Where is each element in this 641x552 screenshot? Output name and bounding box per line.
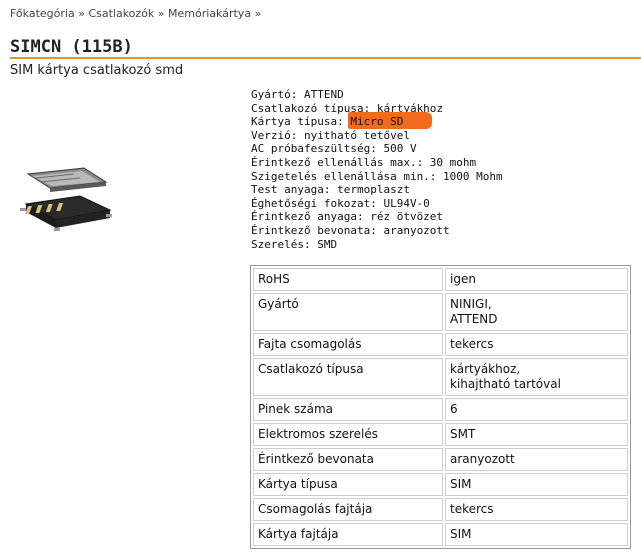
property-key: Kártya típusa (253, 473, 443, 496)
spec-line: Verzió: nyitható tetővel (251, 128, 410, 142)
spec-line: Test anyaga: termoplaszt (251, 183, 410, 197)
table-row: RoHS igen (253, 268, 628, 291)
property-key: Gyártó (253, 293, 443, 331)
title-divider (10, 57, 641, 59)
page-title: SIMCN (115B) (10, 37, 133, 57)
table-row: Kártya fajtája SIM (253, 523, 628, 546)
property-value: NINIGI, ATTEND (445, 293, 628, 331)
property-key: Csatlakozó típusa (253, 358, 443, 396)
breadcrumb-link-csatlakozok[interactable]: Csatlakozók (88, 7, 154, 20)
highlighted-value: Micro SD (348, 112, 433, 130)
sim-card-connector-photo (20, 167, 112, 231)
spec-label: Kártya típusa: (251, 115, 351, 129)
property-key: Csomagolás fajtája (253, 498, 443, 521)
spec-line: Érintkező bevonata: aranyozott (251, 223, 450, 237)
spec-list: Gyártó: ATTEND Csatlakozó típusa: kártyá… (251, 88, 503, 251)
property-value: igen (445, 268, 628, 291)
property-value: SMT (445, 423, 628, 446)
table-row: Kártya típusa SIM (253, 473, 628, 496)
table-row: Csatlakozó típusa kártyákhoz, kihajtható … (253, 358, 628, 396)
spec-line: Érintkező anyaga: réz ötvözet (251, 210, 444, 224)
property-key: Fajta csomagolás (253, 333, 443, 356)
property-key: Pinek száma (253, 398, 443, 421)
spec-line: Szerelés: SMD (251, 237, 338, 251)
property-value: kártyákhoz, kihajtható tartóval (445, 358, 628, 396)
table-row: Fajta csomagolás tekercs (253, 333, 628, 356)
breadcrumb-link-fokategoria[interactable]: Főkategória (10, 7, 75, 20)
spec-line: AC próbafeszültség: 500 V (251, 142, 417, 156)
property-value-line: ATTEND (450, 312, 498, 326)
breadcrumb-link-memoriakartya[interactable]: Memóriakártya (168, 7, 251, 20)
property-value: SIM (445, 523, 628, 546)
spec-line-card-type: Kártya típusa: Micro SD (251, 112, 503, 130)
property-key: Érintkező bevonata (253, 448, 443, 471)
property-key: RoHS (253, 268, 443, 291)
breadcrumb-separator: » (254, 7, 262, 20)
table-row: Csomagolás fajtája tekercs (253, 498, 628, 521)
property-value: 6 (445, 398, 628, 421)
breadcrumb-separator: » (157, 7, 165, 20)
table-row: Gyártó NINIGI, ATTEND (253, 293, 628, 331)
highlight-text: Micro SD (350, 115, 404, 129)
spec-line: Éghetőségi fokozat: UL94V-0 (251, 196, 430, 210)
product-subtitle: SIM kártya csatlakozó smd (10, 63, 184, 78)
property-value: tekercs (445, 333, 628, 356)
spec-line: Gyártó: ATTEND (251, 88, 344, 101)
properties-table: RoHS igen Gyártó NINIGI, ATTEND Fajta cso… (250, 265, 631, 549)
property-value: SIM (445, 473, 628, 496)
property-key: Kártya fajtája (253, 523, 443, 546)
table-row: Pinek száma 6 (253, 398, 628, 421)
spec-line: Érintkező ellenállás max.: 30 mohm (251, 155, 477, 169)
spec-line: Szigetelés ellenállása min.: 1000 Mohm (251, 169, 503, 183)
property-value-line: kihajtható tartóval (450, 377, 561, 391)
property-key: Elektromos szerelés (253, 423, 443, 446)
property-value-line: kártyákhoz, (450, 362, 521, 376)
breadcrumb-separator: » (78, 7, 85, 20)
property-value: tekercs (445, 498, 628, 521)
table-row: Érintkező bevonata aranyozott (253, 448, 628, 471)
property-value: aranyozott (445, 448, 628, 471)
breadcrumb: Főkategória » Csatlakozók » Memóriakárty… (10, 7, 261, 20)
property-value-line: NINIGI, (450, 297, 492, 311)
table-row: Elektromos szerelés SMT (253, 423, 628, 446)
